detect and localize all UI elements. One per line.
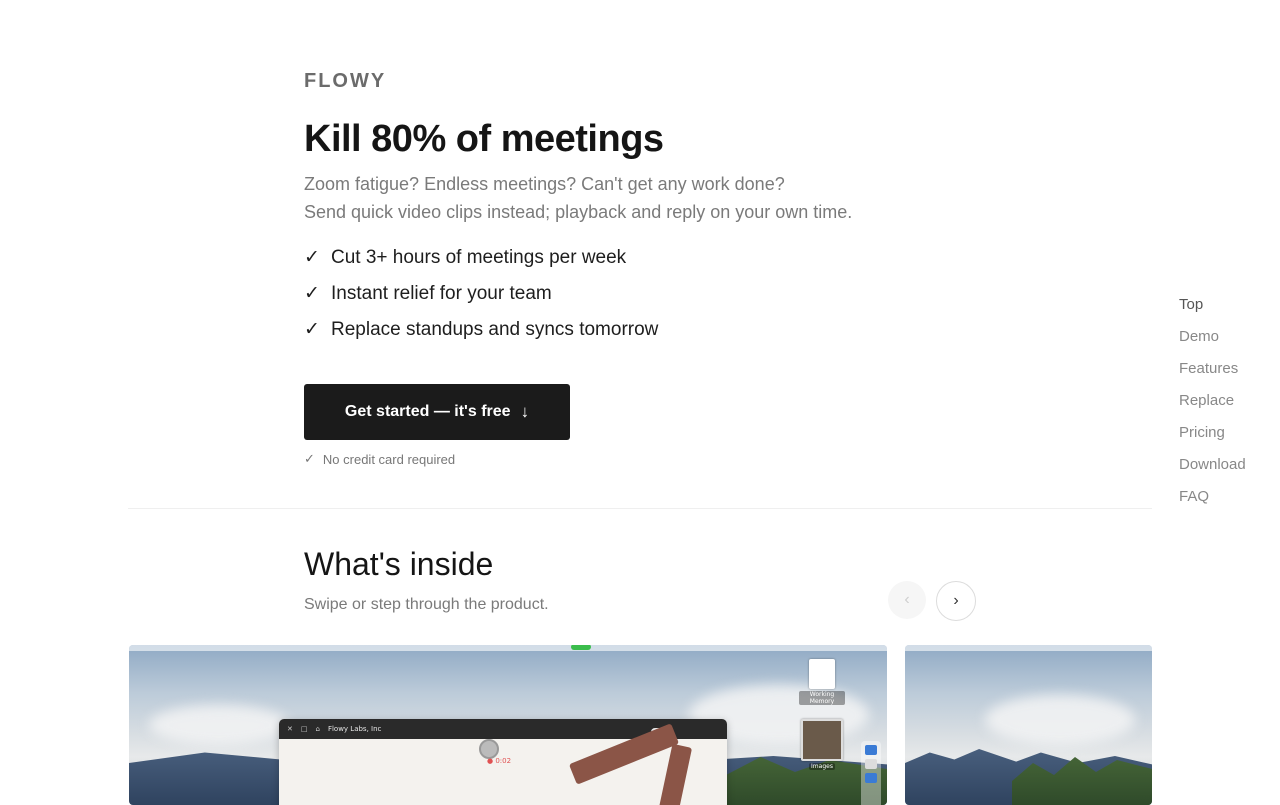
app-icon	[865, 759, 877, 769]
mac-menubar	[905, 645, 1152, 651]
desktop-item-label: Working Memory	[799, 691, 845, 705]
benefit-item: ✓ Cut 3+ hours of meetings per week	[304, 244, 658, 280]
recording-time: 0:02	[495, 757, 512, 765]
benefit-list: ✓ Cut 3+ hours of meetings per week ✓ Inst…	[304, 244, 658, 352]
benefit-text: Instant relief for your team	[331, 283, 552, 304]
hero-subtitle-line2: Send quick video clips instead; playback…	[304, 202, 853, 222]
hero-subtitle: Zoom fatigue? Endless meetings? Can't ge…	[304, 170, 852, 226]
recording-indicator	[571, 645, 591, 650]
app-icon	[865, 745, 877, 755]
section-nav: Top Demo Features Replace Pricing Downlo…	[1179, 294, 1246, 518]
app-icon	[865, 773, 877, 783]
desktop-item-label: Images	[809, 763, 835, 770]
carousel-slide[interactable]	[905, 645, 1152, 805]
workspace-name: Flowy Labs, Inc	[327, 725, 382, 733]
chevron-left-icon: ‹	[904, 591, 910, 608]
benefit-item: ✓ Instant relief for your team	[304, 280, 658, 316]
nav-link-demo[interactable]: Demo	[1179, 326, 1246, 358]
nav-link-faq[interactable]: FAQ	[1179, 486, 1246, 518]
get-started-label: Get started — it's free	[344, 403, 511, 420]
nav-link-top[interactable]: Top	[1179, 294, 1246, 326]
carousel-prev-button[interactable]: ‹	[888, 581, 926, 619]
check-icon: ✓	[304, 283, 320, 304]
nav-link-features[interactable]: Features	[1179, 358, 1246, 390]
desktop-folder-working-memory: Working Memory	[799, 659, 845, 705]
app-window: ✕ □ ⌂ Flowy Labs, Inc ● 0:02	[279, 719, 727, 805]
section-divider	[128, 508, 1152, 509]
image-icon	[801, 719, 843, 761]
recording-timer: ● 0:02	[487, 757, 512, 765]
dock	[861, 741, 881, 805]
benefit-text: Replace standups and syncs tomorrow	[331, 319, 659, 340]
nav-link-pricing[interactable]: Pricing	[1179, 422, 1246, 454]
hero-subtitle-line1: Zoom fatigue? Endless meetings? Can't ge…	[304, 174, 785, 194]
fan-hub-shape	[479, 739, 499, 759]
check-icon: ✓	[304, 247, 320, 268]
chevron-right-icon: ›	[953, 592, 959, 609]
square-icon: □	[300, 725, 308, 733]
nav-link-download[interactable]: Download	[1179, 454, 1246, 486]
nav-link-replace[interactable]: Replace	[1179, 390, 1246, 422]
document-icon	[809, 659, 835, 689]
arrow-down-icon: ↓	[520, 402, 530, 421]
carousel-slide[interactable]: Working Memory Images ✕ □ ⌂ Flowy Labs, …	[129, 645, 887, 805]
fan-blade-shape	[655, 743, 693, 805]
home-icon: ⌂	[315, 725, 320, 733]
desktop-folder-images: Images	[799, 719, 845, 770]
whats-inside-title: What's inside	[304, 546, 494, 582]
carousel-next-button[interactable]: ›	[936, 581, 976, 621]
whats-inside-subtitle: Swipe or step through the product.	[304, 596, 549, 613]
benefit-text: Cut 3+ hours of meetings per week	[331, 247, 627, 268]
no-credit-card-note: ✓ No credit card required	[304, 451, 455, 467]
flowy-logo[interactable]: FLOWY	[304, 70, 386, 93]
cloud-shape	[985, 695, 1135, 745]
hero-headline: Kill 80% of meetings	[304, 118, 664, 160]
check-icon: ✓	[304, 451, 315, 466]
benefit-item: ✓ Replace standups and syncs tomorrow	[304, 316, 658, 352]
no-credit-card-text: No credit card required	[322, 451, 456, 467]
close-icon: ✕	[287, 725, 293, 733]
get-started-button[interactable]: Get started — it's free ↓	[304, 384, 570, 440]
mac-menubar	[129, 645, 887, 651]
cloud-shape	[149, 705, 289, 745]
check-icon: ✓	[304, 319, 320, 340]
